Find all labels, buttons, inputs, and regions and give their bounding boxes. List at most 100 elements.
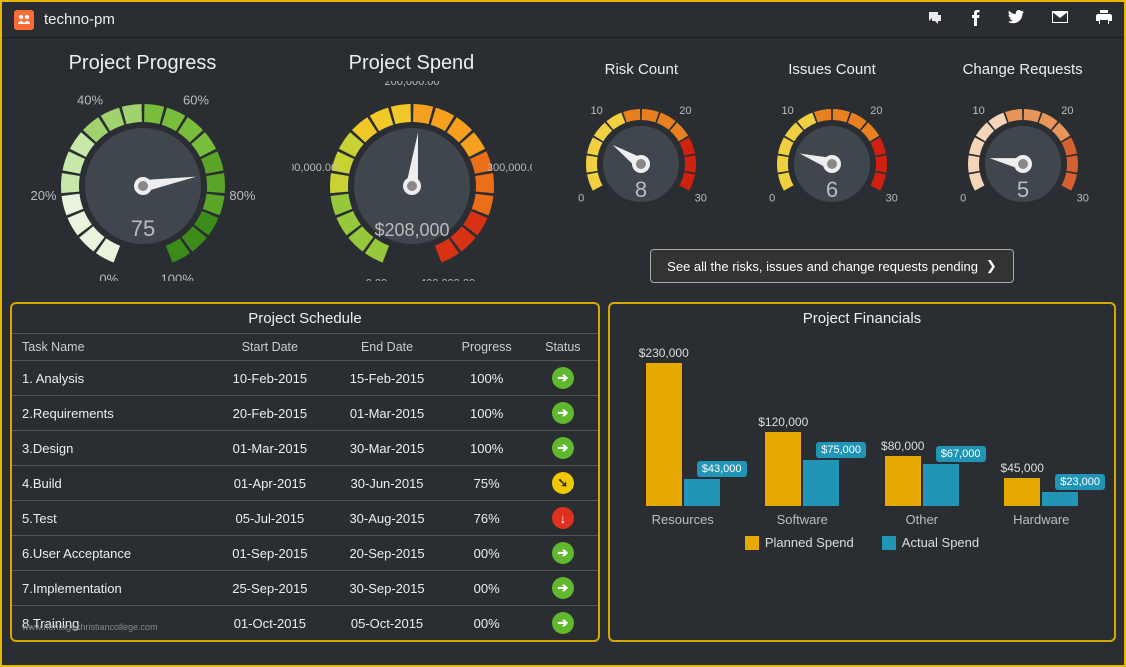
cell-progress: 76% bbox=[446, 501, 528, 536]
col-header: Task Name bbox=[12, 334, 211, 361]
svg-text:200,000.00: 200,000.00 bbox=[384, 81, 439, 88]
col-header: Start Date bbox=[211, 334, 328, 361]
financials-chart: $230,000 $43,000 Resources $120,000 $75,… bbox=[610, 333, 1114, 583]
gauge-project-progress: Project Progress 0%20%40%60%80%100%75 bbox=[10, 46, 275, 296]
bar-actual: $43,000 bbox=[684, 479, 720, 506]
panel-title: Project Schedule bbox=[12, 304, 598, 333]
bar-actual: $23,000 bbox=[1042, 492, 1078, 506]
cell-start: 05-Jul-2015 bbox=[211, 501, 328, 536]
svg-text:40%: 40% bbox=[76, 93, 102, 108]
table-row: 1. Analysis 10-Feb-2015 15-Feb-2015 100%… bbox=[12, 361, 598, 396]
gauge-title: Change Requests bbox=[940, 46, 1105, 78]
svg-text:6: 6 bbox=[826, 177, 838, 202]
twitter-icon[interactable] bbox=[1008, 10, 1024, 30]
project-schedule-panel: Project Schedule Task NameStart DateEnd … bbox=[10, 302, 600, 642]
gauge-issues-count: Issues Count 01020306 bbox=[749, 46, 914, 229]
status-green-icon: ➔ bbox=[552, 437, 574, 459]
bar-group: $120,000 $75,000 Software bbox=[756, 346, 850, 527]
cell-end: 30-Sep-2015 bbox=[328, 571, 445, 606]
table-row: 4.Build 01-Apr-2015 30-Jun-2015 75% ➘ bbox=[12, 466, 598, 501]
svg-text:10: 10 bbox=[591, 105, 603, 117]
chevron-right-icon: ❯ bbox=[986, 258, 997, 274]
bar-planned: $230,000 bbox=[646, 363, 682, 506]
cell-progress: 100% bbox=[446, 361, 528, 396]
svg-text:0: 0 bbox=[579, 192, 585, 204]
status-green-icon: ➔ bbox=[552, 367, 574, 389]
svg-text:5: 5 bbox=[1017, 177, 1029, 202]
facebook-icon[interactable] bbox=[971, 10, 980, 30]
cell-end: 05-Oct-2015 bbox=[328, 606, 445, 641]
cell-end: 30-Jun-2015 bbox=[328, 466, 445, 501]
table-row: 3.Design 01-Mar-2015 30-Mar-2015 100% ➔ bbox=[12, 431, 598, 466]
svg-text:20: 20 bbox=[870, 105, 882, 117]
col-header: Status bbox=[528, 334, 598, 361]
status-yellow-icon: ➘ bbox=[552, 472, 574, 494]
gauge-project-spend: Project Spend 0.00100,000.00200,000.0030… bbox=[279, 46, 544, 296]
status-green-icon: ➔ bbox=[552, 577, 574, 599]
status-green-icon: ➔ bbox=[552, 402, 574, 424]
cell-progress: 00% bbox=[446, 571, 528, 606]
svg-text:0.00: 0.00 bbox=[365, 278, 386, 281]
cell-start: 01-Sep-2015 bbox=[211, 536, 328, 571]
bar-category-label: Software bbox=[777, 512, 828, 527]
gauge-change-requests: Change Requests 01020305 bbox=[940, 46, 1105, 229]
svg-text:20: 20 bbox=[1061, 105, 1073, 117]
cell-start: 25-Sep-2015 bbox=[211, 571, 328, 606]
svg-text:$208,000: $208,000 bbox=[374, 220, 449, 240]
project-financials-panel: Project Financials $230,000 $43,000 Reso… bbox=[608, 302, 1116, 642]
watermark-text: www.heritagechristiancollege.com bbox=[22, 622, 158, 632]
cell-task: 5.Test bbox=[12, 501, 211, 536]
print-icon[interactable] bbox=[1096, 10, 1112, 30]
cell-progress: 00% bbox=[446, 606, 528, 641]
col-header: End Date bbox=[328, 334, 445, 361]
mail-icon[interactable] bbox=[1052, 10, 1068, 30]
svg-text:300,000.00: 300,000.00 bbox=[486, 162, 531, 174]
svg-text:0%: 0% bbox=[99, 271, 118, 281]
cell-end: 01-Mar-2015 bbox=[328, 396, 445, 431]
gauge-risk-count: Risk Count 01020308 bbox=[559, 46, 724, 229]
svg-text:10: 10 bbox=[972, 105, 984, 117]
app-title: techno-pm bbox=[44, 11, 115, 28]
cell-task: 4.Build bbox=[12, 466, 211, 501]
cell-task: 7.Implementation bbox=[12, 571, 211, 606]
cell-progress: 100% bbox=[446, 431, 528, 466]
cell-progress: 100% bbox=[446, 396, 528, 431]
gauge-title: Project Progress bbox=[10, 52, 275, 75]
cell-progress: 00% bbox=[446, 536, 528, 571]
app-header: techno-pm bbox=[2, 2, 1124, 38]
svg-text:100%: 100% bbox=[160, 271, 194, 281]
cell-start: 01-Oct-2015 bbox=[211, 606, 328, 641]
svg-text:60%: 60% bbox=[182, 93, 208, 108]
bar-actual: $75,000 bbox=[803, 460, 839, 507]
svg-text:8: 8 bbox=[635, 177, 647, 202]
cell-task: 3.Design bbox=[12, 431, 211, 466]
bar-planned: $120,000 bbox=[765, 432, 801, 506]
cell-progress: 75% bbox=[446, 466, 528, 501]
see-all-pending-button[interactable]: See all the risks, issues and change req… bbox=[650, 249, 1014, 283]
svg-text:30: 30 bbox=[1076, 192, 1088, 204]
bar-group: $230,000 $43,000 Resources bbox=[636, 346, 730, 527]
cell-task: 2.Requirements bbox=[12, 396, 211, 431]
legend-planned: Planned Spend bbox=[745, 535, 854, 550]
status-green-icon: ➔ bbox=[552, 542, 574, 564]
bar-group: $45,000 $23,000 Hardware bbox=[995, 346, 1089, 527]
table-row: 2.Requirements 20-Feb-2015 01-Mar-2015 1… bbox=[12, 396, 598, 431]
chat-icon[interactable] bbox=[927, 10, 943, 30]
cell-task: 6.User Acceptance bbox=[12, 536, 211, 571]
bar-planned: $80,000 bbox=[885, 456, 921, 506]
svg-text:80%: 80% bbox=[229, 188, 255, 203]
legend-actual: Actual Spend bbox=[882, 535, 979, 550]
table-row: 7.Implementation 25-Sep-2015 30-Sep-2015… bbox=[12, 571, 598, 606]
cell-start: 01-Mar-2015 bbox=[211, 431, 328, 466]
bar-group: $80,000 $67,000 Other bbox=[875, 346, 969, 527]
cell-end: 30-Mar-2015 bbox=[328, 431, 445, 466]
bar-planned: $45,000 bbox=[1004, 478, 1040, 506]
svg-text:20%: 20% bbox=[30, 188, 56, 203]
cell-end: 30-Aug-2015 bbox=[328, 501, 445, 536]
svg-text:20: 20 bbox=[680, 105, 692, 117]
svg-text:10: 10 bbox=[782, 105, 794, 117]
gauge-title: Project Spend bbox=[279, 52, 544, 75]
cell-end: 15-Feb-2015 bbox=[328, 361, 445, 396]
panel-title: Project Financials bbox=[610, 304, 1114, 333]
gauge-title: Risk Count bbox=[559, 46, 724, 78]
